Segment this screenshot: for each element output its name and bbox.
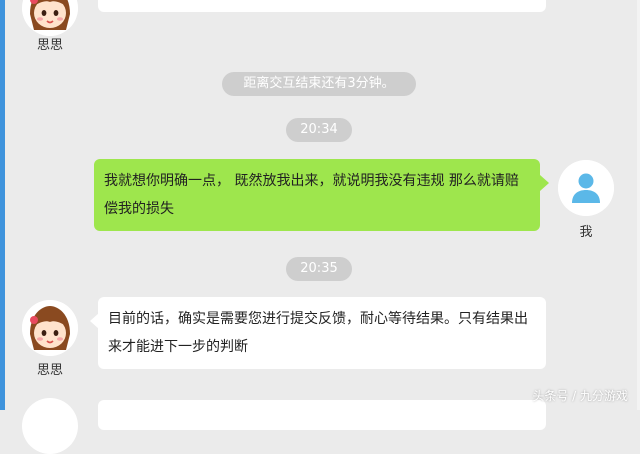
contact-avatar-top[interactable]: [22, 0, 78, 36]
user-silhouette-icon: [558, 160, 614, 216]
contact-message-bubble[interactable]: 目前的话，确实是需要您进行提交反馈，耐心等待结果。只有结果出来才能进下一步的判断: [90, 297, 546, 369]
cut-off-message-bubble-top: [98, 0, 546, 12]
window-left-edge: [0, 0, 5, 410]
contact-name-label: 思思: [36, 363, 63, 378]
girl-avatar-icon: [22, 300, 78, 356]
bubble-tail: [540, 175, 549, 191]
self-name-label: 我: [579, 225, 593, 240]
contact-name-label-top: 思思: [36, 38, 63, 53]
contact-avatar-bottom[interactable]: [22, 398, 78, 454]
self-avatar[interactable]: [558, 160, 614, 216]
cut-off-message-bubble-bottom: [98, 400, 546, 430]
contact-avatar[interactable]: [22, 300, 78, 356]
bubble-tail: [90, 313, 99, 329]
own-message-bubble[interactable]: 我就想你明确一点， 既然放我出来，就说明我没有违规 那么就请赔偿我的损失: [94, 159, 549, 231]
own-message-text: 我就想你明确一点， 既然放我出来，就说明我没有违规 那么就请赔偿我的损失: [104, 173, 519, 217]
timestamp-label: 20:35: [286, 257, 352, 281]
watermark: 头条号 / 九分游戏: [532, 389, 628, 403]
session-countdown-notice: 距离交互结束还有3分钟。: [222, 72, 416, 96]
girl-avatar-icon: [22, 0, 78, 36]
timestamp-label: 20:34: [286, 118, 352, 142]
contact-message-text: 目前的话，确实是需要您进行提交反馈，耐心等待结果。只有结果出来才能进下一步的判断: [108, 311, 528, 355]
